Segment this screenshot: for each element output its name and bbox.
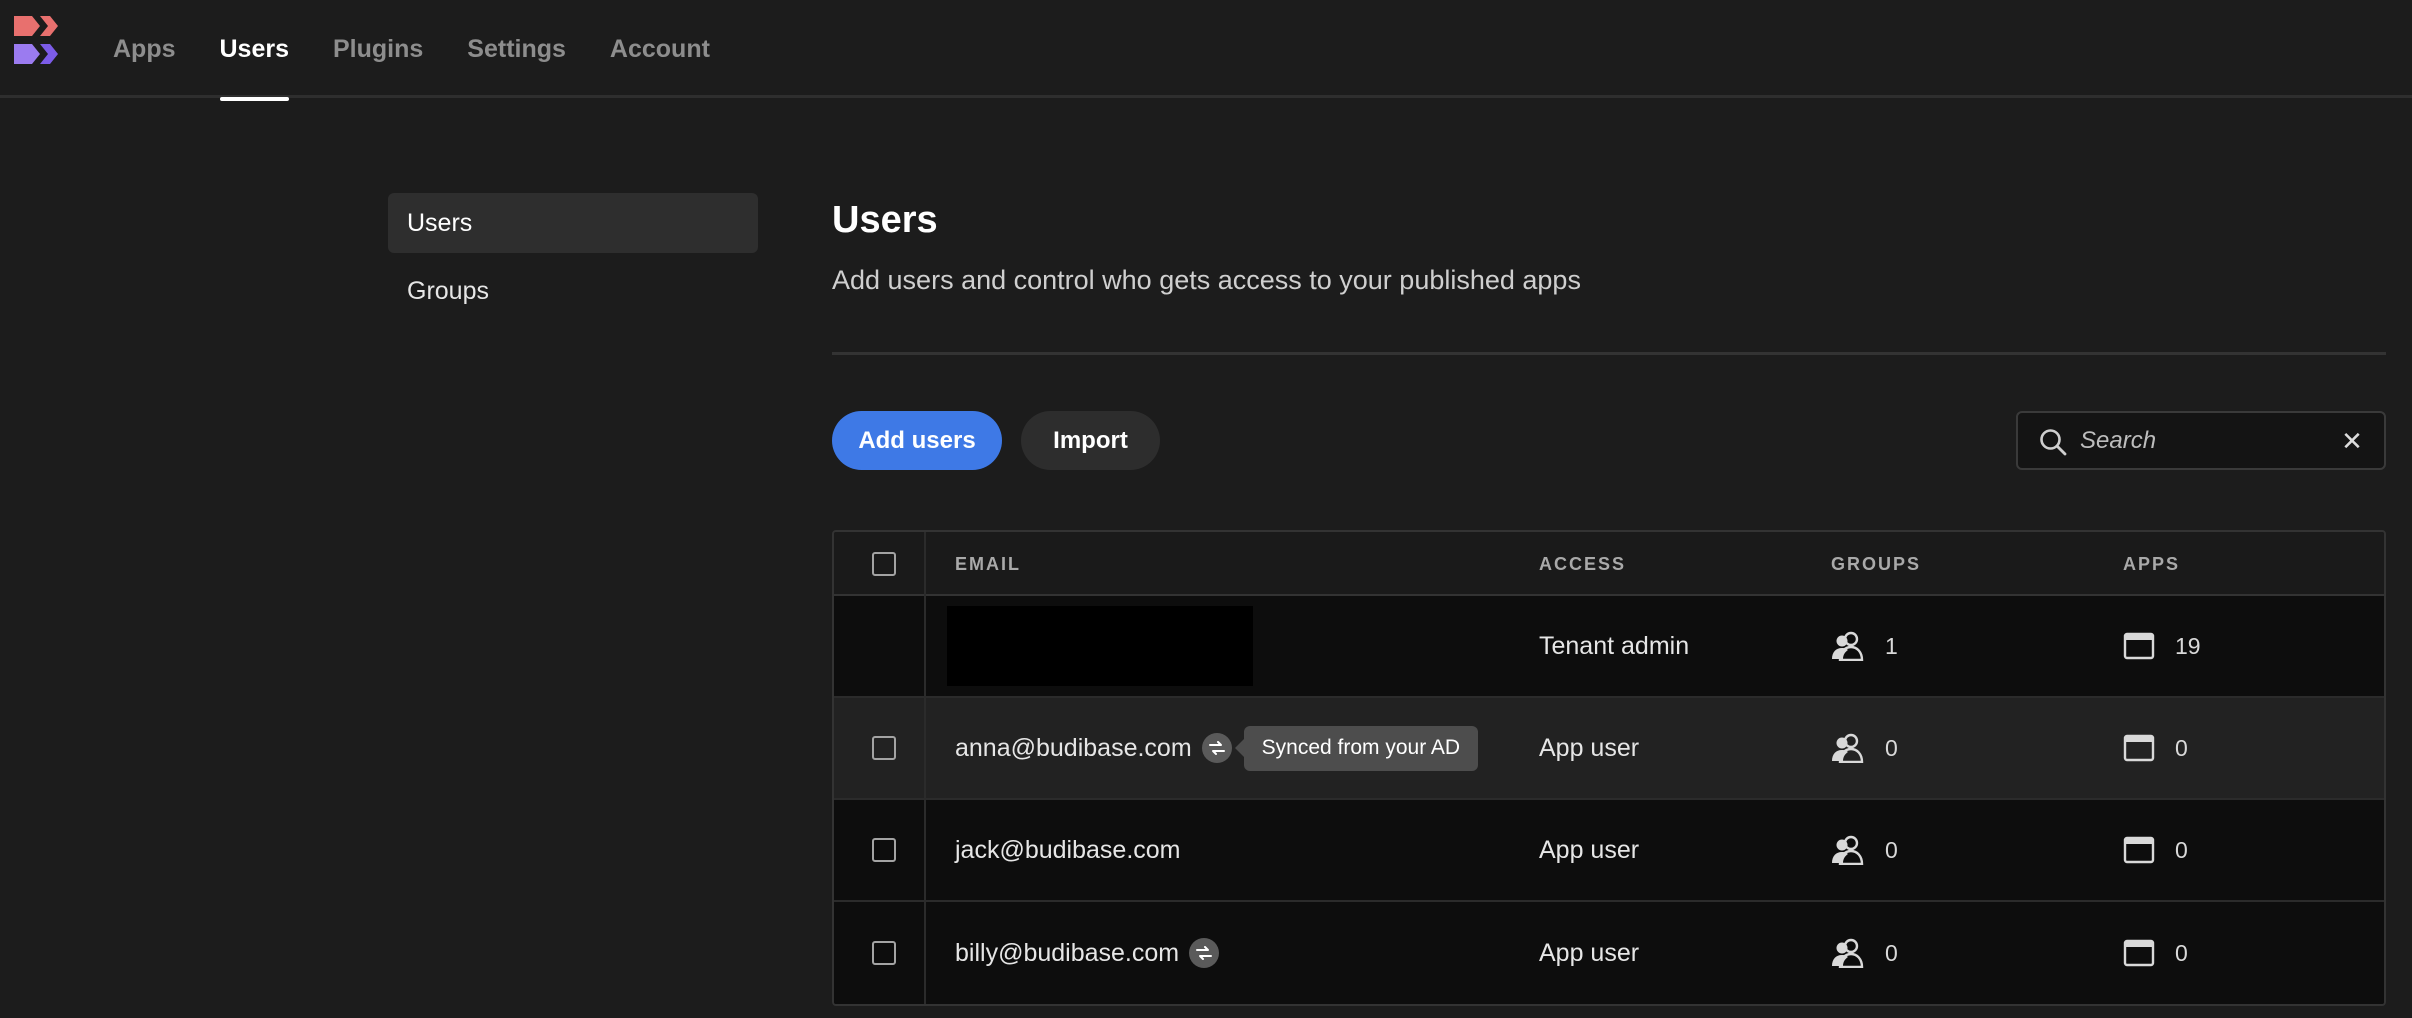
apps-cell: 0	[2123, 800, 2188, 900]
select-all-checkbox[interactable]	[872, 552, 896, 576]
apps-count: 0	[2175, 836, 2188, 863]
groups-icon	[1832, 938, 1864, 968]
row-checkbox[interactable]	[872, 736, 896, 760]
users-table: EMAIL ACCESS GROUPS APPS Tenant admin 1 …	[832, 530, 2386, 1006]
access-cell: Tenant admin	[1539, 631, 1690, 660]
side-navigation: Users Groups	[388, 193, 758, 329]
main-nav: Apps Users Plugins Settings Account	[113, 0, 754, 101]
import-button[interactable]: Import	[1021, 411, 1160, 470]
user-email: anna@budibase.com	[955, 733, 1192, 762]
sync-icon[interactable]	[1201, 733, 1232, 763]
header-checkbox-cell	[834, 532, 926, 596]
clear-search-icon[interactable]: ✕	[2338, 426, 2366, 456]
apps-count: 0	[2175, 734, 2188, 761]
column-header-email[interactable]: EMAIL	[955, 532, 1021, 596]
table-row[interactable]: Tenant admin 1 19	[834, 596, 2384, 698]
row-checkbox-cell	[834, 596, 926, 696]
table-row[interactable]: billy@budibase.com App user 0 0	[834, 902, 2384, 1004]
nav-account[interactable]: Account	[610, 0, 710, 98]
user-email: jack@budibase.com	[955, 835, 1181, 864]
app-window-icon	[2123, 939, 2155, 967]
groups-icon	[1832, 631, 1864, 661]
sidebar-item-users[interactable]: Users	[388, 193, 758, 253]
nav-settings[interactable]: Settings	[467, 0, 566, 98]
groups-count: 1	[1885, 632, 1898, 659]
row-checkbox-cell	[834, 698, 926, 798]
budibase-logo-icon[interactable]	[12, 14, 70, 72]
email-cell: billy@budibase.com	[955, 902, 1220, 1004]
groups-count: 0	[1885, 939, 1898, 966]
divider	[832, 352, 2386, 355]
column-header-groups[interactable]: GROUPS	[1831, 532, 1921, 596]
synced-tooltip: Synced from your AD	[1234, 725, 1479, 771]
email-cell: anna@budibase.com Synced from your AD	[955, 698, 1479, 798]
search-input[interactable]	[2080, 423, 2320, 459]
add-users-button[interactable]: Add users	[832, 411, 1002, 470]
email-cell: jack@budibase.com	[955, 800, 1181, 900]
apps-cell: 0	[2123, 698, 2188, 798]
row-checkbox-cell	[834, 902, 926, 1004]
main-content: Users Add users and control who gets acc…	[832, 190, 2386, 471]
groups-count: 0	[1885, 836, 1898, 863]
toolbar: Add users Import ✕	[832, 411, 2386, 471]
table-row[interactable]: jack@budibase.com App user 0 0	[834, 800, 2384, 902]
access-cell: App user	[1539, 733, 1640, 762]
access-cell: App user	[1539, 835, 1640, 864]
app-window-icon	[2123, 734, 2155, 762]
search-box: ✕	[2016, 411, 2386, 470]
groups-cell: 0	[1831, 800, 1898, 900]
groups-count: 0	[1885, 734, 1898, 761]
groups-cell: 1	[1831, 596, 1898, 696]
app-window-icon	[2123, 632, 2155, 660]
apps-count: 19	[2175, 632, 2201, 659]
email-cell	[947, 596, 1253, 696]
nav-users[interactable]: Users	[219, 0, 289, 101]
groups-icon	[1832, 733, 1864, 763]
search-icon	[2040, 429, 2067, 456]
user-email: billy@budibase.com	[955, 938, 1180, 967]
page-title: Users	[832, 199, 938, 241]
page-subtitle: Add users and control who gets access to…	[832, 265, 1581, 295]
row-checkbox[interactable]	[872, 941, 896, 965]
groups-cell: 0	[1831, 902, 1898, 1004]
apps-count: 0	[2175, 939, 2188, 966]
app-window-icon	[2123, 836, 2155, 864]
sync-icon[interactable]	[1189, 938, 1220, 968]
groups-cell: 0	[1831, 698, 1898, 798]
nav-apps[interactable]: Apps	[113, 0, 176, 98]
apps-cell: 19	[2123, 596, 2201, 696]
sidebar-item-groups[interactable]: Groups	[388, 261, 758, 321]
access-cell: App user	[1539, 938, 1640, 967]
column-header-apps[interactable]: APPS	[2123, 532, 2180, 596]
table-row[interactable]: anna@budibase.com Synced from your AD Ap…	[834, 698, 2384, 800]
nav-plugins[interactable]: Plugins	[333, 0, 423, 98]
apps-cell: 0	[2123, 902, 2188, 1004]
column-header-access[interactable]: ACCESS	[1539, 532, 1626, 596]
groups-icon	[1832, 835, 1864, 865]
row-checkbox-cell	[834, 800, 926, 900]
table-header: EMAIL ACCESS GROUPS APPS	[834, 532, 2384, 596]
row-checkbox[interactable]	[872, 838, 896, 862]
redacted-email	[947, 606, 1253, 686]
top-navigation: Apps Users Plugins Settings Account	[0, 0, 2412, 101]
